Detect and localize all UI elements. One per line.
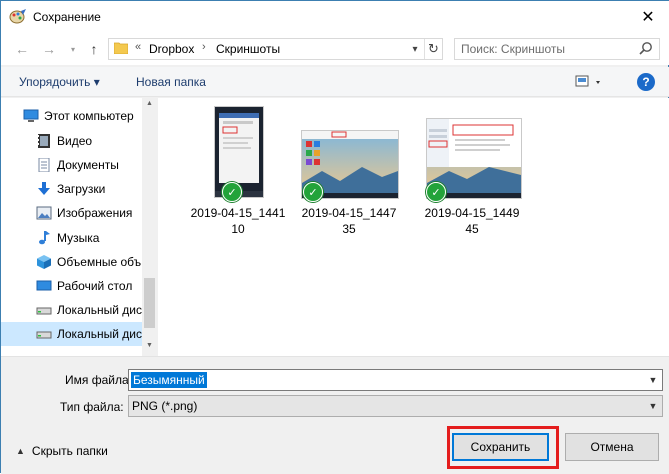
filetype-select[interactable]: PNG (*.png) ▼ xyxy=(128,395,663,417)
paint-app-icon xyxy=(9,9,27,25)
breadcrumb-dropbox[interactable]: Dropbox xyxy=(149,42,194,56)
refresh-button[interactable]: ↻ xyxy=(424,39,442,59)
file-list: ✓ 2019-04-15_1441 10 ✓ 2019-04-15_1447 3… xyxy=(158,98,669,356)
filename-label: Имя файла: xyxy=(65,373,132,387)
filetype-label: Тип файла: xyxy=(60,400,124,414)
chevron-down-icon: ▼ xyxy=(648,375,658,385)
chevron-down-icon: ▾ xyxy=(70,44,75,54)
local-disk-icon xyxy=(36,331,52,339)
close-icon: ✕ xyxy=(641,9,655,26)
recent-locations-button[interactable]: ▾ xyxy=(64,40,82,58)
hide-folders-button[interactable]: ▲ Скрыть папки xyxy=(16,444,108,458)
new-folder-button[interactable]: Новая папка xyxy=(136,75,206,89)
local-disk-icon xyxy=(36,307,52,315)
documents-icon xyxy=(38,158,50,172)
desktop-icon xyxy=(36,280,52,291)
sidebar-item-local-disk-2[interactable]: Локальный дис xyxy=(1,322,142,346)
address-dropdown-button[interactable]: ▾ xyxy=(407,39,423,59)
arrow-up-icon: ↑ xyxy=(90,41,98,57)
file-item[interactable]: ✓ 2019-04-15_1441 10 xyxy=(184,98,292,238)
search-placeholder: Поиск: Скриншоты xyxy=(461,42,565,56)
sidebar-item-pictures[interactable]: Изображения xyxy=(1,201,142,225)
title-bar: Сохранение ✕ xyxy=(1,1,669,33)
filename-dropdown-button[interactable]: ▼ xyxy=(644,371,662,389)
save-dialog: Сохранение ✕ ← → ▾ ↑ « Dropbox › Скриншо… xyxy=(0,0,669,474)
file-name: 2019-04-15_1447 xyxy=(301,206,397,220)
scroll-up-arrow-icon[interactable]: ▲ xyxy=(142,100,157,112)
forward-button[interactable]: → xyxy=(40,40,58,58)
breadcrumb-screenshots[interactable]: Скриншоты xyxy=(216,42,280,56)
file-name: 2019-04-15_1441 xyxy=(190,206,286,220)
file-name-continued: 10 xyxy=(231,222,245,236)
computer-icon xyxy=(23,109,39,122)
refresh-icon: ↻ xyxy=(428,41,439,56)
sidebar-item-local-disk-1[interactable]: Локальный дис xyxy=(1,298,142,322)
scroll-down-arrow-icon[interactable]: ▼ xyxy=(142,342,157,354)
3d-objects-icon xyxy=(37,255,51,269)
sidebar-item-music[interactable]: Музыка xyxy=(1,226,142,250)
view-options-icon xyxy=(575,75,600,87)
sidebar-item-this-pc[interactable]: Этот компьютер xyxy=(1,104,142,128)
filetype-value: PNG (*.png) xyxy=(132,399,198,413)
sync-check-icon: ✓ xyxy=(222,182,242,202)
window-title: Сохранение xyxy=(33,10,101,24)
arrow-left-icon: ← xyxy=(15,41,29,57)
close-button[interactable]: ✕ xyxy=(626,1,669,33)
cancel-button[interactable]: Отмена xyxy=(565,433,659,461)
filename-value[interactable]: Безымянный xyxy=(131,372,207,388)
sync-check-icon: ✓ xyxy=(303,182,323,202)
filename-input[interactable]: Безымянный ▼ xyxy=(128,369,663,391)
back-button[interactable]: ← xyxy=(13,40,31,58)
search-icon xyxy=(638,41,654,57)
help-button[interactable]: ? xyxy=(637,73,655,91)
sidebar-item-downloads[interactable]: Загрузки xyxy=(1,177,142,201)
breadcrumb-overflow[interactable]: « xyxy=(135,41,141,53)
pictures-icon xyxy=(36,206,52,220)
sidebar-item-3d-objects[interactable]: Объемные объ xyxy=(1,250,142,274)
save-button[interactable]: Сохранить xyxy=(452,433,549,461)
file-item[interactable]: ✓ 2019-04-15_1449 45 xyxy=(418,98,526,238)
file-name-continued: 45 xyxy=(465,222,479,236)
filetype-dropdown-button[interactable]: ▼ xyxy=(644,397,662,415)
music-icon xyxy=(39,231,50,245)
hide-folders-label: Скрыть папки xyxy=(31,444,108,458)
file-item[interactable]: ✓ 2019-04-15_1447 35 xyxy=(295,98,403,238)
breadcrumb-separator[interactable]: › xyxy=(202,41,206,53)
sidebar-item-desktop[interactable]: Рабочий стол xyxy=(1,274,142,298)
organize-menu-button[interactable]: Упорядочить ▾ xyxy=(19,75,100,89)
folder-icon xyxy=(113,42,129,55)
downloads-icon xyxy=(38,182,50,195)
sidebar-item-documents[interactable]: Документы xyxy=(1,153,142,177)
arrow-right-icon: → xyxy=(42,41,56,57)
navigation-pane: Этот компьютер Видео Документы Загрузки … xyxy=(1,98,157,356)
change-view-button[interactable] xyxy=(574,73,606,91)
command-bar: Упорядочить ▾ Новая папка ? xyxy=(1,67,669,97)
search-input[interactable]: Поиск: Скриншоты xyxy=(454,38,660,60)
video-icon xyxy=(38,134,50,148)
sidebar-scrollbar-thumb[interactable] xyxy=(144,278,155,328)
chevron-down-icon: ▼ xyxy=(648,401,658,411)
chevron-down-icon: ▾ xyxy=(412,43,418,55)
up-button[interactable]: ↑ xyxy=(85,40,103,58)
sync-check-icon: ✓ xyxy=(426,182,446,202)
file-name: 2019-04-15_1449 xyxy=(424,206,520,220)
sidebar-item-video[interactable]: Видео xyxy=(1,129,142,153)
address-bar[interactable]: « Dropbox › Скриншоты ▾ ↻ xyxy=(108,38,443,60)
caret-up-icon: ▲ xyxy=(16,446,25,456)
file-name-continued: 35 xyxy=(342,222,356,236)
